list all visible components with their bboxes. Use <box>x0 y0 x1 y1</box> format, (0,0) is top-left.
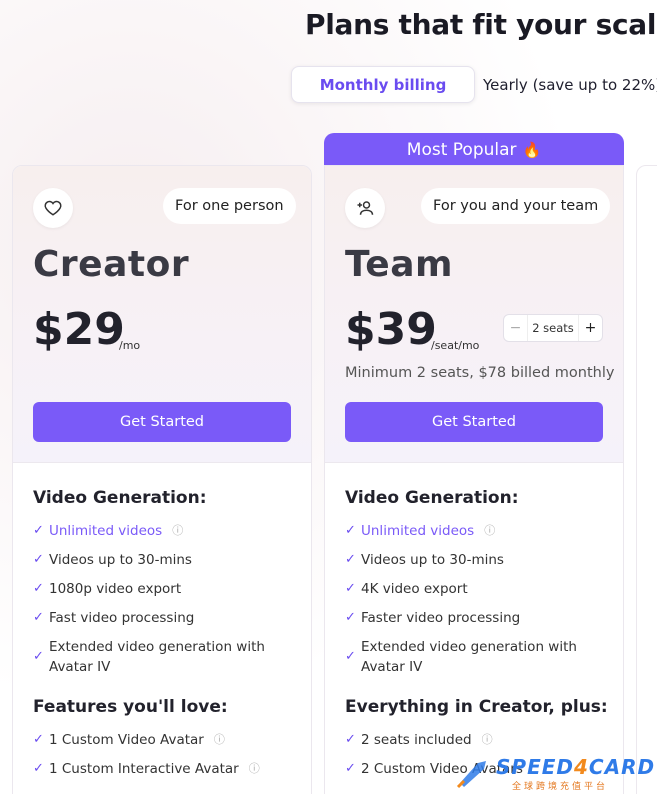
check-icon: ✓ <box>33 761 44 776</box>
section-title: Video Generation: <box>33 488 207 508</box>
check-icon: ✓ <box>345 732 356 747</box>
seat-stepper[interactable]: − 2 seats + <box>503 314 603 342</box>
get-started-button[interactable]: Get Started <box>345 402 603 442</box>
seat-count: 2 seats <box>532 321 574 335</box>
check-icon: ✓ <box>33 581 44 596</box>
price-unit: /mo <box>119 339 141 352</box>
badge-label: Most Popular <box>406 139 517 160</box>
check-icon: ✓ <box>345 581 356 596</box>
check-icon: ✓ <box>33 732 44 747</box>
info-icon[interactable]: ⓘ <box>249 759 260 779</box>
plan-name: Creator <box>33 244 190 285</box>
info-icon[interactable]: ⓘ <box>214 730 225 750</box>
monthly-billing-option[interactable]: Monthly billing <box>291 66 475 103</box>
info-icon[interactable]: ⓘ <box>482 730 493 750</box>
check-icon: ✓ <box>345 610 356 625</box>
check-icon: ✓ <box>345 761 356 776</box>
flame-icon: 🔥 <box>522 140 542 159</box>
watermark-logo: SPEED4CARD 全球跨境充值平台 <box>452 755 657 792</box>
feature-item: ✓ Videos up to 30-mins <box>33 552 192 568</box>
info-icon[interactable]: ⓘ <box>484 521 495 541</box>
check-icon: ✓ <box>345 523 356 538</box>
section-title: Everything in Creator, plus: <box>345 697 608 717</box>
feature-item: ✓ 2 seats included ⓘ <box>345 730 493 750</box>
feature-item: ✓ Unlimited videos ⓘ <box>33 521 184 541</box>
plan-card-partial <box>636 165 657 794</box>
section-title: Features you'll love: <box>33 697 228 717</box>
plan-price: $39 <box>345 304 437 355</box>
feature-item: ✓ 1 Custom Video Avatar ⓘ <box>33 730 225 750</box>
feature-item: ✓ Extended video generation with Avatar … <box>345 639 577 675</box>
add-user-icon <box>345 188 385 228</box>
yearly-billing-option[interactable]: Yearly (save up to 22%) <box>483 66 657 103</box>
info-icon[interactable]: ⓘ <box>172 521 183 541</box>
feature-item: ✓ 1 Custom Interactive Avatar ⓘ <box>33 759 260 779</box>
audience-pill: For you and your team <box>421 188 611 224</box>
feature-item: ✓ Fast video processing <box>33 610 195 626</box>
page-title: Plans that fit your scale <box>305 8 657 41</box>
feature-item: ✓ Extended video generation with Avatar … <box>33 639 265 675</box>
feature-item: ✓ 4K video export <box>345 581 468 597</box>
rocket-icon <box>456 761 486 789</box>
decrease-seats-button[interactable]: − <box>504 315 528 341</box>
feature-item: ✓ Unlimited videos ⓘ <box>345 521 496 541</box>
get-started-button[interactable]: Get Started <box>33 402 291 442</box>
seat-note: Minimum 2 seats, $78 billed monthly <box>345 365 615 381</box>
increase-seats-button[interactable]: + <box>578 315 602 341</box>
check-icon: ✓ <box>345 552 356 567</box>
most-popular-banner: Most Popular 🔥 <box>324 133 624 166</box>
plan-card-team: For you and your team Team $39 /seat/mo … <box>324 165 624 794</box>
check-icon: ✓ <box>345 649 356 664</box>
billing-toggle[interactable]: Monthly billing Yearly (save up to 22%) <box>291 66 657 103</box>
price-unit: /seat/mo <box>431 339 480 352</box>
plan-price: $29 <box>33 304 125 355</box>
feature-item: ✓ Videos up to 30-mins <box>345 552 504 568</box>
check-icon: ✓ <box>33 610 44 625</box>
check-icon: ✓ <box>33 649 44 664</box>
feature-item: ✓ 1080p video export <box>33 581 182 597</box>
plan-card-creator: For one person Creator $29 /mo Get Start… <box>12 165 312 794</box>
heart-icon <box>33 188 73 228</box>
feature-item: ✓ Faster video processing <box>345 610 521 626</box>
plan-name: Team <box>345 244 453 285</box>
check-icon: ✓ <box>33 552 44 567</box>
check-icon: ✓ <box>33 523 44 538</box>
audience-pill: For one person <box>163 188 296 224</box>
section-title: Video Generation: <box>345 488 519 508</box>
